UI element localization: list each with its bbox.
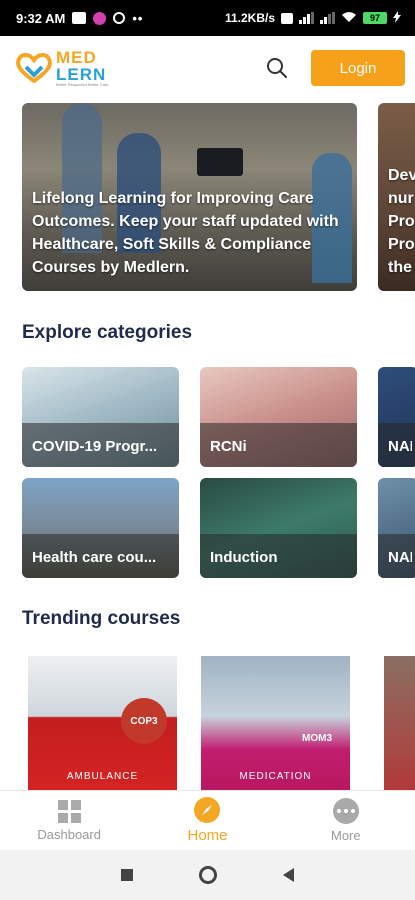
logo-text-med: MED [56,48,97,67]
category-label: RCNi [210,438,247,455]
app-notification-icon [72,12,87,24]
status-time: 9:32 AM [16,10,66,26]
logo-tagline: Better Respected Better Care [56,82,109,87]
course-caption: MEDICATION [239,771,312,782]
wifi-icon [341,11,357,26]
network-speed: 11.2KB/s [224,11,275,25]
category-card-nab-2[interactable]: NAI [378,478,415,578]
trending-courses-title: Trending courses [22,608,181,629]
course-code: COP3 [121,698,167,744]
course-caption: AMBULANCE [66,771,139,782]
charging-icon [393,10,401,26]
category-label: Health care cou... [32,549,157,566]
search-icon [267,58,287,78]
course-card-cop3[interactable]: COP3 AMBULANCE [28,656,177,790]
bottom-navigation: Dashboard Home More [0,790,415,850]
more-icon [332,798,359,824]
course-card-mom3[interactable]: MOM3 MEDICATION [201,656,350,790]
category-card-nab[interactable]: NAI [378,367,415,467]
category-label: Induction [210,549,278,566]
back-button[interactable] [283,868,294,882]
explore-categories-title: Explore categories [22,322,193,343]
signal-icon [299,12,314,24]
nav-label: More [331,828,361,843]
battery-icon: 97 [363,12,387,24]
app-notification-icon-pink [93,11,107,25]
home-button[interactable] [199,866,217,884]
status-bar: 9:32 AM •• 11.2KB/s 97 [0,0,415,36]
banner-text: Dev nur Pro Pro the [388,167,415,276]
course-card-3[interactable] [384,656,415,790]
login-button[interactable]: Login [311,50,405,86]
course-thumbnail [201,656,350,790]
search-button[interactable] [257,48,297,88]
system-navigation-bar [0,850,415,900]
compass-icon [194,797,221,823]
banner-image-monitor [197,148,243,176]
category-card-covid[interactable]: COVID-19 Progr... [22,367,179,467]
banner-card-2[interactable]: Dev nur Pro Pro the [378,103,415,291]
app-header: MED LERN Better Respected Better Care Lo… [0,36,415,100]
hotspot-icon [113,12,126,24]
nav-dashboard[interactable]: Dashboard [0,791,138,850]
course-code: MOM3 [302,733,332,744]
medlern-logo[interactable]: MED LERN Better Respected Better Care [16,49,108,87]
category-card-rcni[interactable]: RCNi [200,367,357,467]
logo-text-lern: LERN [56,65,107,84]
category-label: NAI [388,549,412,566]
heart-logo-icon [16,53,52,83]
banner-text: Lifelong Learning for Improving Care Out… [32,190,339,276]
category-label: NAI [388,438,412,455]
course-thumbnail [384,656,415,790]
category-label: COVID-19 Progr... [32,438,158,455]
alarm-icon [281,12,293,24]
more-notifications-icon: •• [132,10,144,26]
home-content[interactable]: Lifelong Learning for Improving Care Out… [0,100,415,790]
nav-home[interactable]: Home [138,791,276,850]
nav-label: Home [187,827,228,844]
category-card-induction[interactable]: Induction [200,478,357,578]
recent-apps-button[interactable] [121,869,133,881]
dashboard-icon [57,799,81,823]
signal-icon-2 [320,12,335,24]
banner-card-1[interactable]: Lifelong Learning for Improving Care Out… [22,103,357,291]
category-card-health-care[interactable]: Health care cou... [22,478,179,578]
nav-label: Dashboard [37,826,101,842]
nav-more[interactable]: More [277,791,415,850]
